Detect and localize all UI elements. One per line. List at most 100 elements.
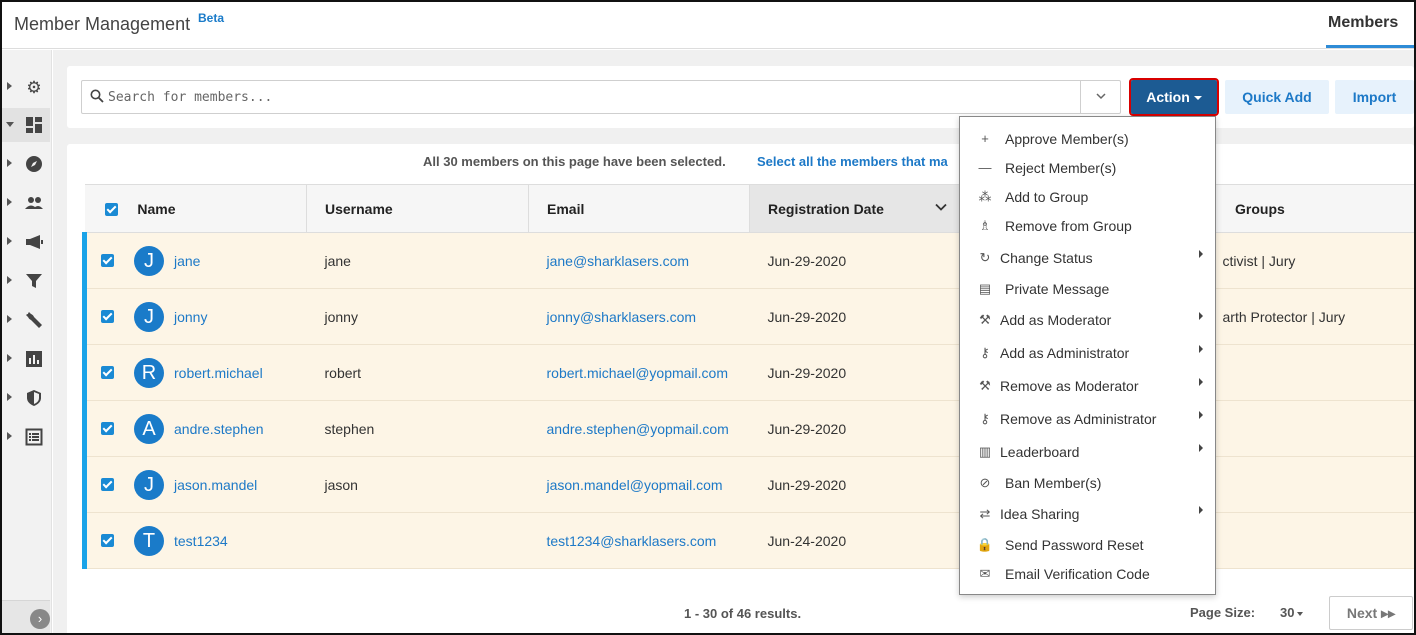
nav-item-tools[interactable] [2, 303, 50, 337]
email-link[interactable]: test1234@sharklasers.com [547, 533, 717, 549]
cell-username: jonny [306, 288, 529, 345]
column-header-groups[interactable]: Groups [1204, 184, 1414, 233]
menu-item-remove-as-administrator[interactable]: ⚷ Remove as Administrator [960, 406, 1215, 432]
wrench-icon [24, 311, 44, 331]
cell-email: jason.mandel@yopmail.com [528, 456, 750, 513]
menu-item-idea-sharing[interactable]: ⇄ Idea Sharing [960, 501, 1215, 527]
column-header-email[interactable]: Email [528, 184, 750, 233]
select-all-checkbox[interactable] [104, 203, 118, 217]
menu-item-change-status[interactable]: ↻ Change Status [960, 245, 1215, 271]
row-checkbox[interactable] [101, 366, 114, 379]
nav-item-filters[interactable] [2, 264, 50, 298]
menu-item-remove-as-moderator[interactable]: ⚒ Remove as Moderator [960, 373, 1215, 399]
menu-item-label: Idea Sharing [1000, 506, 1080, 522]
menu-item-reject-member-s[interactable]: — Reject Member(s) [960, 155, 1215, 181]
quick-add-button[interactable]: Quick Add [1225, 80, 1329, 114]
chevron-right-icon[interactable]: › [30, 609, 50, 629]
menu-item-ban-member-s[interactable]: ⊘ Ban Member(s) [960, 470, 1215, 496]
member-name-link[interactable]: jonny [174, 309, 207, 325]
menu-item-label: Remove as Moderator [1000, 378, 1139, 394]
email-link[interactable]: jane@sharklasers.com [547, 253, 690, 269]
menu-item-add-as-moderator[interactable]: ⚒ Add as Moderator [960, 307, 1215, 333]
import-button[interactable]: Import [1335, 80, 1414, 114]
row-checkbox[interactable] [101, 478, 114, 491]
cell-registration-date: Jun-29-2020 [749, 400, 962, 457]
chevron-down-icon[interactable] [935, 201, 947, 216]
cell-registration-date: Jun-29-2020 [749, 456, 962, 513]
row-checkbox[interactable] [101, 534, 114, 547]
cell-name: Aandre.stephen [82, 400, 307, 457]
menu-item-leaderboard[interactable]: ▥ Leaderboard [960, 439, 1215, 465]
cell-groups [1204, 400, 1414, 457]
avatar: J [134, 245, 164, 276]
page-size-select[interactable]: 30 [1280, 605, 1304, 620]
cell-email: jane@sharklasers.com [528, 232, 750, 289]
nav-item-announcements[interactable] [2, 225, 50, 259]
email-link[interactable]: jonny@sharklasers.com [547, 309, 697, 325]
menu-item-add-as-administrator[interactable]: ⚷ Add as Administrator [960, 340, 1215, 366]
cell-username: stephen [306, 400, 529, 457]
row-checkbox[interactable] [101, 310, 114, 323]
key-icon: ⚷ [980, 345, 990, 360]
key-outline-icon: ⚷ [980, 411, 990, 426]
submenu-arrow-icon [1199, 411, 1203, 419]
menu-item-label: Private Message [1005, 281, 1110, 297]
member-name-link[interactable]: jane [174, 253, 200, 269]
email-link[interactable]: robert.michael@yopmail.com [547, 365, 729, 381]
column-header-name[interactable]: Name [84, 184, 307, 233]
nav-item-settings[interactable]: ⚙ [2, 70, 50, 104]
cell-email: andre.stephen@yopmail.com [528, 400, 750, 457]
submenu-arrow-icon [1199, 506, 1203, 514]
menu-item-label: Leaderboard [1000, 444, 1080, 460]
cell-email: jonny@sharklasers.com [528, 288, 750, 345]
action-button[interactable]: Action [1129, 78, 1219, 116]
member-name-link[interactable]: test1234 [174, 533, 228, 549]
select-all-link[interactable]: Select all the members that ma [757, 154, 948, 169]
member-name-link[interactable]: jason.mandel [174, 477, 257, 493]
menu-item-label: Add as Moderator [1000, 312, 1112, 328]
expand-arrow-icon [7, 276, 12, 284]
row-checkbox[interactable] [101, 254, 114, 267]
search-input[interactable] [108, 81, 1078, 113]
menu-item-send-password-reset[interactable]: 🔒 Send Password Reset [960, 532, 1215, 558]
ban-icon: ⊘ [979, 475, 991, 490]
cell-name: Jjason.mandel [82, 456, 307, 513]
nav-item-reports[interactable] [2, 342, 50, 376]
app-frame: Member Management Beta Members ⚙ › Searc… [0, 0, 1416, 635]
dashboard-icon [24, 116, 44, 136]
tab-members[interactable]: Members [1328, 14, 1414, 32]
expand-arrow-icon [7, 354, 12, 362]
nav-item-people[interactable] [2, 186, 50, 220]
menu-item-private-message[interactable]: ▤ Private Message [960, 276, 1215, 302]
column-header-registration-date[interactable]: Registration Date [749, 184, 962, 233]
menu-item-email-verification-code[interactable]: ✉ Email Verification Code [960, 561, 1215, 587]
submenu-arrow-icon [1199, 444, 1203, 452]
cell-registration-date: Jun-29-2020 [749, 232, 962, 289]
menu-item-add-to-group[interactable]: ⁂ Add to Group [960, 184, 1215, 210]
avatar: R [134, 357, 164, 388]
submenu-arrow-icon [1199, 312, 1203, 320]
row-checkbox[interactable] [101, 422, 114, 435]
nav-item-lists[interactable] [2, 420, 50, 454]
cell-groups: ctivist | Jury [1204, 232, 1414, 289]
avatar: A [134, 413, 164, 444]
menu-item-approve-member-s[interactable]: + Approve Member(s) [960, 126, 1215, 152]
nav-item-explore[interactable] [2, 147, 50, 181]
nav-item-dashboard[interactable] [2, 108, 50, 142]
column-header-username[interactable]: Username [306, 184, 529, 233]
cell-name: Jjane [82, 232, 307, 289]
pagination-bar: 1 - 30 of 46 results. Page Size: 30 Next… [67, 590, 1414, 633]
cell-email: test1234@sharklasers.com [528, 512, 750, 569]
menu-item-label: Add as Administrator [1000, 345, 1130, 361]
cell-registration-date: Jun-29-2020 [749, 344, 962, 401]
nav-item-security[interactable] [2, 381, 50, 415]
next-page-button[interactable]: Next ▸▸ [1329, 596, 1413, 630]
search-dropdown-toggle[interactable] [1080, 81, 1120, 113]
expand-arrow-icon [7, 198, 12, 206]
email-link[interactable]: jason.mandel@yopmail.com [547, 477, 723, 493]
member-name-link[interactable]: robert.michael [174, 365, 263, 381]
email-link[interactable]: andre.stephen@yopmail.com [547, 421, 729, 437]
menu-item-remove-from-group[interactable]: ♗ Remove from Group [960, 213, 1215, 239]
member-name-link[interactable]: andre.stephen [174, 421, 264, 437]
column-header-label: Registration Date [768, 200, 884, 217]
